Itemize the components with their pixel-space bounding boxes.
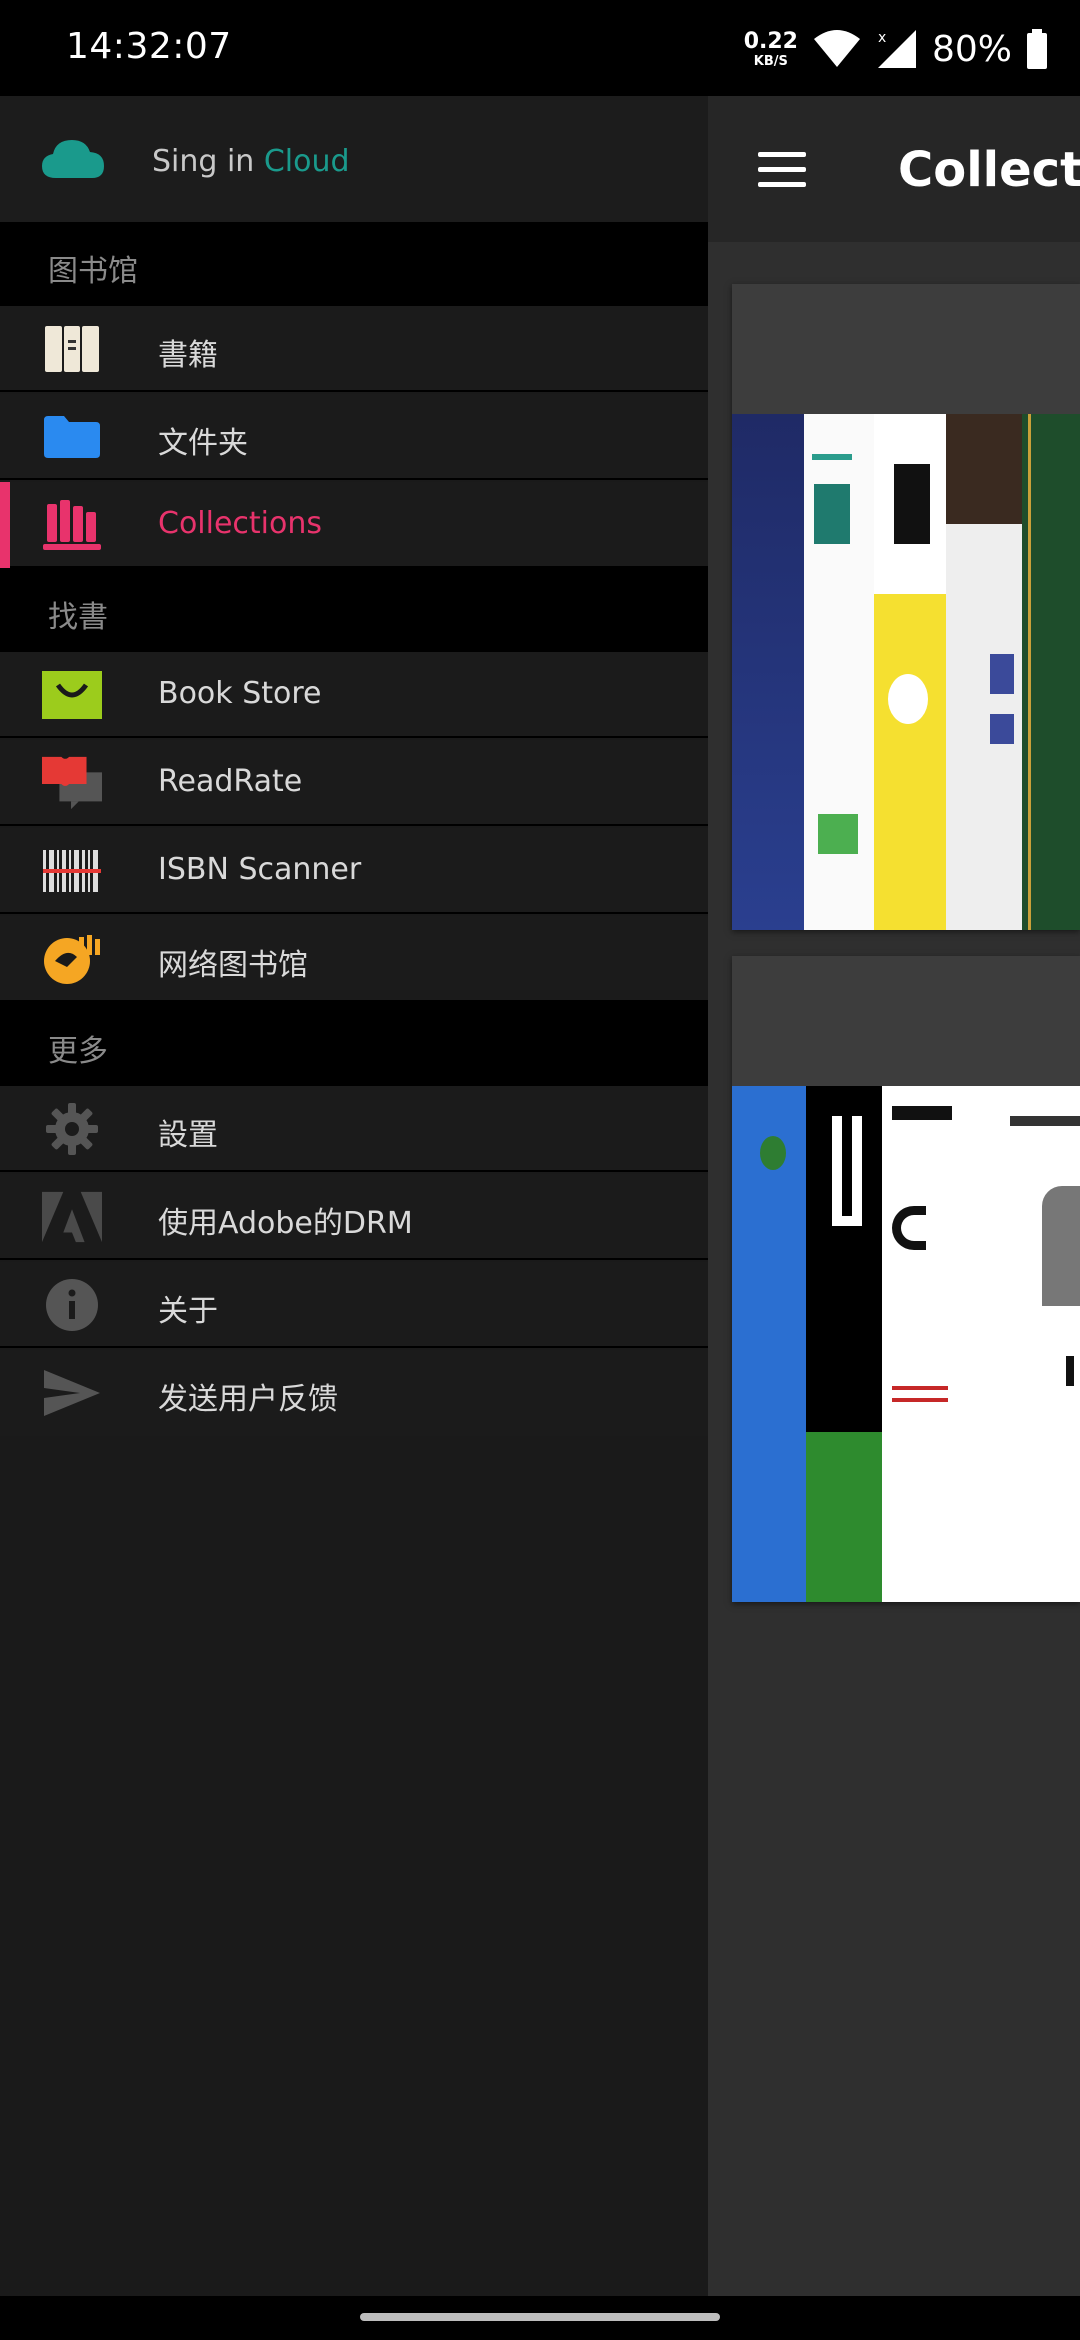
svg-text:x: x — [878, 30, 886, 46]
drawer-item-adobe-drm[interactable]: 使用Adobe的DRM — [0, 1174, 708, 1260]
drawer-item-about[interactable]: 关于 — [0, 1262, 708, 1348]
drawer-item-isbn-scanner[interactable]: ISBN Scanner — [0, 828, 708, 914]
gear-icon — [42, 1103, 102, 1155]
network-library-icon — [42, 934, 102, 984]
cloud-label: Cloud — [263, 144, 350, 179]
book-cover — [804, 414, 874, 930]
drawer-item-label: ISBN Scanner — [158, 852, 362, 887]
drawer-item-label: 网络图书馆 — [158, 948, 308, 983]
drawer-item-folders[interactable]: 文件夹 — [0, 394, 708, 480]
drawer-item-feedback[interactable]: 发送用户反馈 — [0, 1350, 708, 1436]
collections-content: Collections — [708, 96, 1080, 2296]
adobe-icon — [42, 1191, 102, 1243]
collection-card[interactable] — [732, 956, 1080, 1602]
section-find-books: 找書 — [0, 568, 708, 652]
network-speed-value: 0.22 — [743, 28, 798, 54]
drawer-item-network-library[interactable]: 网络图书馆 — [0, 916, 708, 1002]
drawer-item-label: 关于 — [158, 1294, 218, 1329]
drawer-item-collections[interactable]: Collections — [0, 482, 708, 568]
menu-button[interactable] — [758, 152, 808, 188]
section-title: 图书馆 — [48, 254, 138, 289]
collection-card[interactable] — [732, 284, 1080, 930]
book-cover — [946, 414, 1022, 930]
books-icon — [42, 324, 102, 374]
book-cover — [882, 1086, 958, 1602]
app-screen: 14:32:07 0.22 KB/S x 80% Collections — [0, 0, 1080, 2340]
drawer-item-readrate[interactable]: ReadRate — [0, 740, 708, 826]
network-speed-unit: KB/S — [753, 53, 788, 69]
battery-level: 80% — [931, 28, 1012, 70]
barcode-icon — [42, 846, 102, 896]
drawer-item-label: ReadRate — [158, 764, 303, 799]
book-cover — [732, 414, 804, 930]
book-cover — [1022, 414, 1080, 930]
readrate-icon — [42, 756, 102, 810]
drawer-item-books[interactable]: 書籍 — [0, 306, 708, 392]
drawer-item-settings[interactable]: 設置 — [0, 1086, 708, 1172]
status-time: 14:32:07 — [66, 26, 232, 67]
home-indicator[interactable] — [360, 2313, 720, 2321]
menu-icon — [758, 152, 806, 157]
status-bar: 14:32:07 0.22 KB/S x 80% — [0, 0, 1080, 96]
folder-icon — [42, 412, 102, 462]
book-cover — [732, 1086, 806, 1602]
toolbar-title: Collections — [898, 142, 1080, 198]
book-covers — [732, 1086, 1080, 1602]
drawer-header[interactable]: Sing in Cloud — [0, 96, 708, 222]
cloud-icon — [42, 140, 104, 178]
collections-icon — [42, 500, 102, 550]
drawer-item-label: 文件夹 — [158, 426, 248, 461]
section-title: 更多 — [48, 1034, 108, 1069]
sign-in-cloud-link[interactable]: Sing in Cloud — [152, 144, 350, 179]
section-title: 找書 — [48, 600, 108, 635]
drawer-item-label: 書籍 — [158, 338, 218, 373]
section-library: 图书馆 — [0, 222, 708, 306]
book-covers — [732, 414, 1080, 930]
app-toolbar: Collections — [708, 96, 1080, 242]
drawer-item-label: Book Store — [158, 676, 322, 711]
collection-card-header — [732, 956, 1080, 1086]
battery-icon — [1027, 29, 1047, 69]
navigation-drawer: Sing in Cloud 图书馆 書籍 文件夹 Collections 找書 … — [0, 96, 708, 2296]
wifi-icon — [813, 30, 860, 67]
book-cover — [958, 1086, 1080, 1602]
network-speed: 0.22 KB/S — [743, 28, 798, 69]
book-cover — [874, 414, 946, 930]
cell-signal-icon: x — [877, 30, 916, 68]
collection-card-header — [732, 284, 1080, 414]
status-icons: 0.22 KB/S x 80% — [744, 24, 1048, 74]
drawer-item-label: 发送用户反馈 — [158, 1382, 338, 1417]
drawer-item-book-store[interactable]: Book Store — [0, 652, 708, 738]
sign-in-label: Sing in — [152, 144, 264, 179]
store-bag-icon — [42, 670, 102, 720]
drawer-item-label: 設置 — [158, 1118, 218, 1153]
send-icon — [42, 1368, 102, 1418]
section-more: 更多 — [0, 1002, 708, 1086]
book-cover — [806, 1086, 882, 1602]
drawer-item-label: Collections — [158, 506, 323, 541]
info-icon — [42, 1279, 102, 1331]
drawer-item-label: 使用Adobe的DRM — [158, 1206, 413, 1241]
